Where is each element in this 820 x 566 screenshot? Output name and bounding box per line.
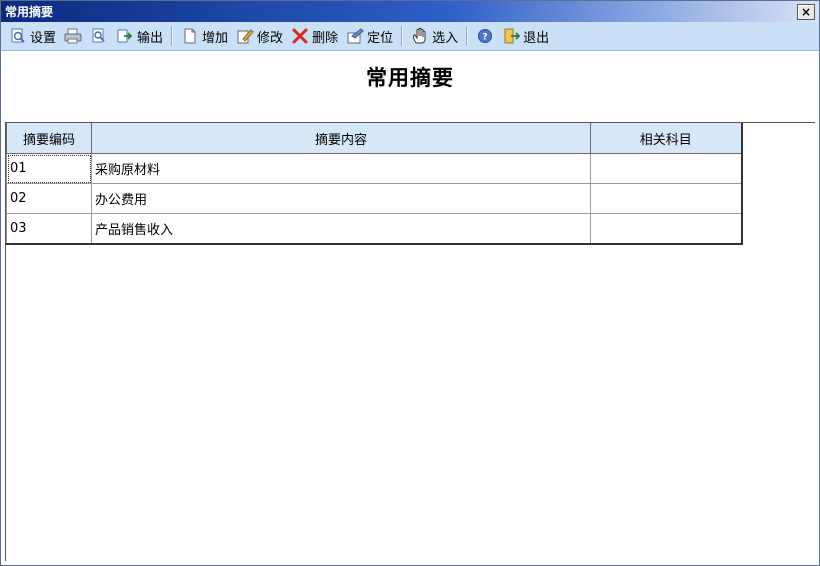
heading-area: 常用摘要 — [1, 51, 819, 102]
page-title: 常用摘要 — [366, 65, 454, 90]
new-doc-icon — [181, 27, 199, 45]
table-row[interactable]: 01 采购原材料 — [6, 153, 743, 184]
locate-icon — [346, 27, 364, 45]
print-preview-button[interactable] — [86, 25, 112, 47]
table-row[interactable]: 03 产品销售收入 — [6, 213, 743, 245]
toolbar-separator — [171, 26, 174, 46]
table-row[interactable]: 02 办公费用 — [6, 183, 743, 214]
preview-settings-icon — [9, 27, 27, 45]
settings-label: 设置 — [30, 30, 57, 46]
cell-code[interactable]: 03 — [6, 213, 92, 245]
delete-button[interactable]: 删除 — [287, 25, 342, 47]
add-button[interactable]: 增加 — [177, 25, 232, 47]
print-preview-icon — [90, 27, 108, 45]
toolbar-separator — [401, 26, 404, 46]
cell-content[interactable]: 办公费用 — [91, 183, 591, 214]
summary-table: 摘要编码 摘要内容 相关科目 01 采购原材料 02 办公费用 03 产品销售收… — [6, 123, 743, 245]
printer-icon — [64, 27, 82, 45]
export-label: 输出 — [137, 30, 164, 46]
exit-icon — [502, 27, 521, 45]
cell-subject[interactable] — [590, 213, 743, 245]
title-bar: 常用摘要 × — [1, 1, 819, 22]
edit-label: 修改 — [257, 30, 284, 46]
close-button[interactable]: × — [797, 3, 815, 20]
cell-content[interactable]: 产品销售收入 — [91, 213, 591, 245]
settings-button[interactable]: 设置 — [5, 25, 60, 47]
select-label: 选入 — [432, 30, 459, 46]
table-header-row: 摘要编码 摘要内容 相关科目 — [6, 123, 743, 154]
column-header-subject[interactable]: 相关科目 — [590, 123, 743, 154]
cell-subject[interactable] — [590, 153, 743, 184]
cell-code[interactable]: 02 — [6, 183, 92, 214]
print-button[interactable] — [60, 25, 86, 47]
exit-label: 退出 — [523, 30, 550, 46]
delete-icon — [291, 27, 309, 45]
locate-button[interactable]: 定位 — [342, 25, 397, 47]
add-label: 增加 — [202, 30, 229, 46]
locate-label: 定位 — [367, 30, 394, 46]
cell-code[interactable]: 01 — [6, 153, 92, 184]
cell-content[interactable]: 采购原材料 — [91, 153, 591, 184]
exit-button[interactable]: 退出 — [498, 25, 553, 47]
select-button[interactable]: 选入 — [407, 25, 462, 47]
export-icon — [116, 27, 134, 45]
toolbar: 设置 输出 增加 修改 删除 定位 选入 ? 退出 — [1, 22, 819, 51]
help-icon: ? — [476, 27, 494, 45]
hand-icon — [411, 27, 429, 45]
column-header-content[interactable]: 摘要内容 — [91, 123, 591, 154]
export-button[interactable]: 输出 — [112, 25, 167, 47]
cell-subject[interactable] — [590, 183, 743, 214]
edit-icon — [236, 27, 254, 45]
help-button[interactable]: ? — [472, 25, 498, 47]
summary-window: 常用摘要 × 设置 输出 增加 修改 删除 定位 选入 ? 退出 常用摘要 摘要… — [0, 0, 820, 566]
column-header-code[interactable]: 摘要编码 — [6, 123, 92, 154]
svg-text:?: ? — [482, 33, 487, 43]
window-title: 常用摘要 — [5, 5, 54, 19]
edit-button[interactable]: 修改 — [232, 25, 287, 47]
summary-grid[interactable]: 摘要编码 摘要内容 相关科目 01 采购原材料 02 办公费用 03 产品销售收… — [5, 122, 815, 561]
toolbar-separator — [466, 26, 469, 46]
delete-label: 删除 — [312, 30, 339, 46]
